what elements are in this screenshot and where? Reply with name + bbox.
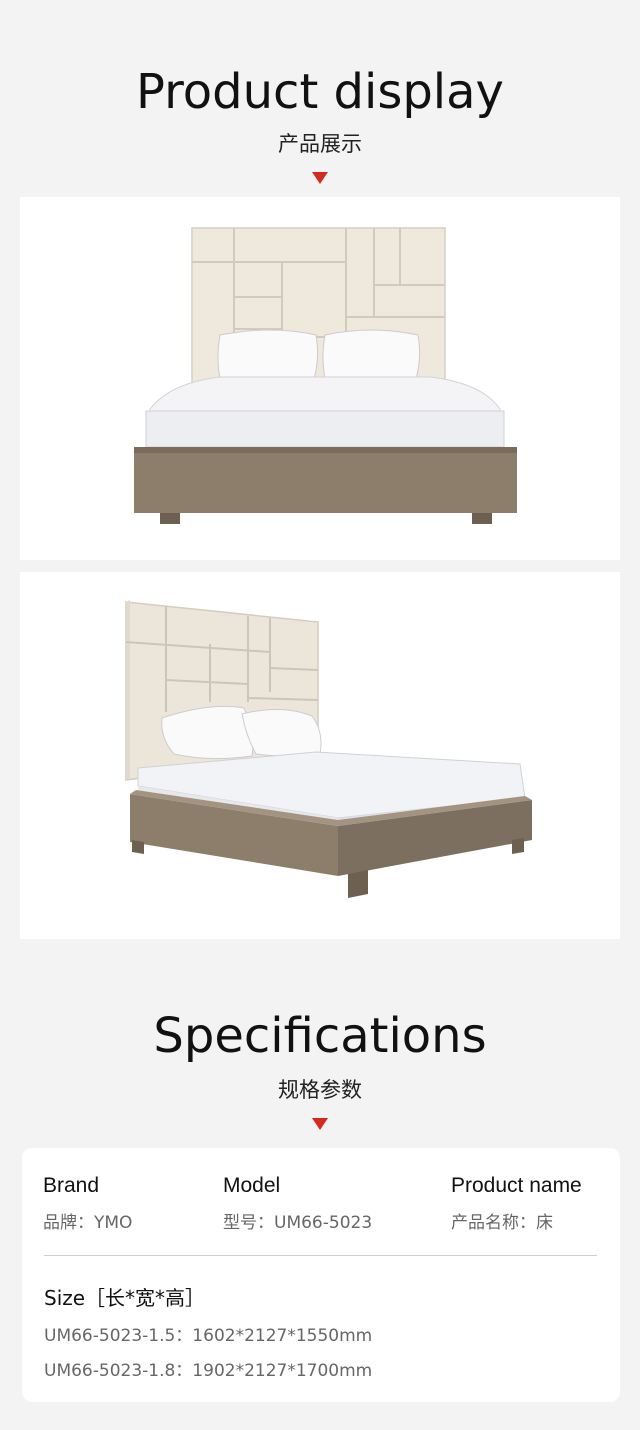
spec-product-name: Product name 产品名称：床 [451,1174,582,1233]
spec-size-line: UM66-5023-1.5：1602*2127*1550mm [44,1326,373,1346]
spec-brand-label: Brand [43,1174,100,1197]
spec-size-line: UM66-5023-1.8：1902*2127*1700mm [44,1361,373,1381]
specifications-subtitle: 规格参数 [278,1078,362,1102]
spec-brand-value: 品牌：YMO [43,1213,133,1233]
down-arrow-icon [312,172,328,184]
spec-model-label: Model [223,1174,281,1197]
spec-model-value: 型号：UM66-5023 [223,1213,373,1233]
bed-front-image [20,197,620,560]
spec-card: Brand 品牌：YMO Model 型号：UM66-5023 Product … [22,1148,620,1402]
spec-divider [44,1255,597,1256]
down-arrow-icon [312,1118,328,1130]
bed-angle-image [20,572,620,939]
product-display-title: Product display [136,64,504,120]
spec-brand: Brand 品牌：YMO [43,1174,132,1233]
spec-product-name-value: 产品名称：床 [451,1213,553,1233]
spec-product-name-label: Product name [451,1174,582,1197]
spec-size-label: Size［长*宽*高］ [44,1286,206,1310]
spec-model: Model 型号：UM66-5023 [223,1174,372,1233]
spec-size: Size［长*宽*高］ UM66-5023-1.5：1602*2127*1550… [44,1282,372,1381]
specifications-title: Specifications [153,1008,487,1064]
bed-angle-view-image [125,600,532,898]
product-display-subtitle: 产品展示 [278,132,362,156]
bed-front-view-image [134,227,517,524]
